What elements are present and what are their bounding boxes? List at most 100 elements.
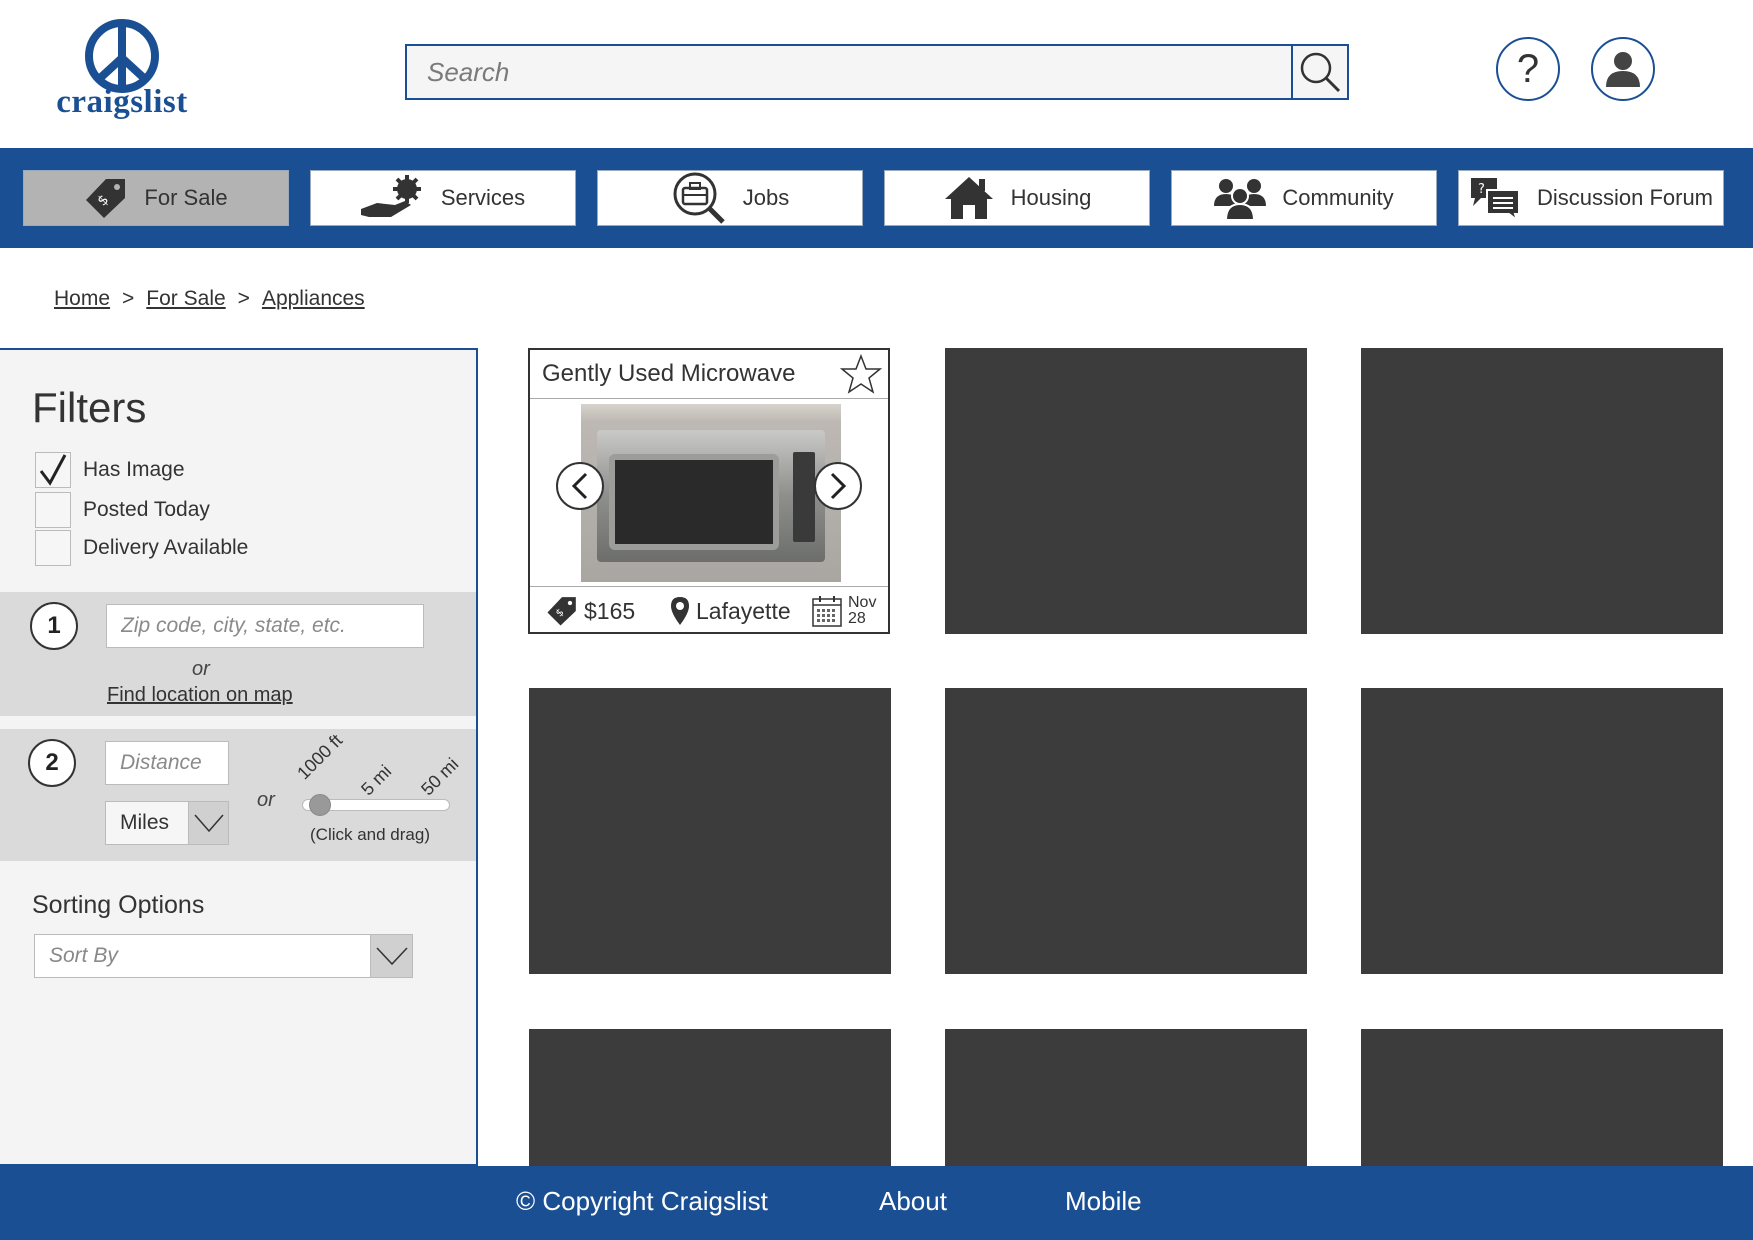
unit-select[interactable]: Miles <box>105 801 229 845</box>
footer: © Copyright Craigslist About Mobile <box>0 1166 1753 1240</box>
nav-label: For Sale <box>144 185 228 210</box>
listing-date: Nov 28 <box>812 595 876 627</box>
craigslist-logo[interactable]: craigslist <box>52 18 192 123</box>
checkbox-label: Posted Today <box>83 498 210 521</box>
slider-tick-label: 1000 ft <box>293 730 347 784</box>
chevron-down-icon <box>188 802 228 844</box>
listing-card-placeholder[interactable] <box>1361 348 1723 634</box>
delivery-available-checkbox[interactable] <box>35 530 71 566</box>
header: craigslist ? <box>0 0 1753 148</box>
breadcrumb-home[interactable]: Home <box>54 287 110 311</box>
sort-by-placeholder: Sort By <box>49 944 118 967</box>
distance-filter: 2 Miles or 1000 ft 5 mi 50 mi (Click and… <box>0 729 476 861</box>
nav-label: Community <box>1282 185 1394 210</box>
slider-tick-label: 50 mi <box>417 754 463 800</box>
listing-card-placeholder[interactable] <box>945 348 1307 634</box>
listing-price: $ $165 <box>546 595 635 627</box>
house-icon <box>943 175 995 221</box>
nav-community[interactable]: Community <box>1171 170 1437 226</box>
nav-discussion-forum[interactable]: ? Discussion Forum <box>1458 170 1724 226</box>
microwave-image <box>597 430 825 562</box>
listing-card-placeholder[interactable] <box>1361 688 1723 974</box>
chevron-left-icon <box>571 472 588 500</box>
listing-card[interactable]: Gently Used Microwave $ $165 Lafayette N… <box>528 348 890 634</box>
filter-delivery-available[interactable]: Delivery Available <box>35 530 248 566</box>
listing-meta: $ $165 Lafayette Nov 28 <box>530 588 888 634</box>
slider-hint: (Click and drag) <box>310 825 430 844</box>
chevron-right-icon <box>830 472 847 500</box>
nav-services[interactable]: Services <box>310 170 576 226</box>
calendar-icon <box>812 596 842 627</box>
nav-jobs[interactable]: Jobs <box>597 170 863 226</box>
breadcrumb-separator: > <box>237 287 250 310</box>
divider <box>530 398 888 399</box>
help-button[interactable]: ? <box>1496 37 1560 101</box>
user-icon <box>1606 52 1640 87</box>
price-text: $165 <box>584 597 636 624</box>
listing-card-placeholder[interactable] <box>529 1029 891 1166</box>
slider-tick-label: 5 mi <box>357 761 396 800</box>
next-image-button[interactable] <box>814 462 862 510</box>
price-tag-icon: $ <box>84 176 128 220</box>
favorite-button[interactable] <box>839 353 883 399</box>
chevron-down-icon <box>370 935 412 977</box>
previous-image-button[interactable] <box>556 462 604 510</box>
search-bar <box>405 44 1349 100</box>
star-icon <box>839 353 883 394</box>
slider-thumb[interactable] <box>309 794 331 816</box>
has-image-checkbox[interactable] <box>35 452 71 488</box>
filters-title: Filters <box>32 384 147 431</box>
posted-today-checkbox[interactable] <box>35 492 71 528</box>
nav-for-sale[interactable]: $ For Sale <box>23 170 289 226</box>
filter-has-image[interactable]: Has Image <box>35 452 185 488</box>
location-text: Lafayette <box>696 597 791 624</box>
distance-slider[interactable] <box>302 794 450 816</box>
filter-posted-today[interactable]: Posted Today <box>35 492 210 528</box>
listing-card-placeholder[interactable] <box>529 688 891 974</box>
or-text: or <box>257 789 275 811</box>
distance-input[interactable] <box>105 741 229 785</box>
sort-by-select[interactable]: Sort By <box>34 934 413 978</box>
location-filter: 1 or Find location on map <box>0 592 476 716</box>
breadcrumb-appliances[interactable]: Appliances <box>262 287 365 311</box>
briefcase-search-icon <box>671 172 727 224</box>
divider <box>530 586 888 587</box>
account-button[interactable] <box>1591 37 1655 101</box>
hand-gear-icon <box>360 175 425 221</box>
about-link[interactable]: About <box>879 1186 947 1217</box>
listing-card-placeholder[interactable] <box>1361 1029 1723 1166</box>
filters-sidebar: Filters Has Image Posted Today Delivery … <box>0 348 478 1166</box>
date-day: 28 <box>848 610 866 627</box>
unit-select-value: Miles <box>120 811 170 834</box>
nav-label: Housing <box>1010 185 1092 210</box>
mobile-link[interactable]: Mobile <box>1065 1186 1142 1217</box>
listing-location: Lafayette <box>670 596 791 626</box>
location-input[interactable] <box>106 604 424 648</box>
category-nav: $ For Sale Services Jobs Housing Communi… <box>0 148 1753 248</box>
question-mark-icon: ? <box>1516 46 1540 91</box>
map-pin-icon <box>671 597 689 625</box>
listing-card-placeholder[interactable] <box>945 1029 1307 1166</box>
breadcrumb: Home > For Sale > Appliances <box>54 287 365 311</box>
checkmark-icon <box>39 454 67 486</box>
search-input[interactable] <box>407 46 1291 98</box>
listing-title: Gently Used Microwave <box>542 360 796 387</box>
date-text: Nov 28 <box>848 595 876 627</box>
copyright-link[interactable]: © Copyright Craigslist <box>516 1186 768 1217</box>
listing-card-placeholder[interactable] <box>945 688 1307 974</box>
sorting-options-title: Sorting Options <box>32 891 205 919</box>
peace-sign-icon <box>85 19 159 93</box>
svg-text:?: ? <box>1478 182 1485 197</box>
price-tag-icon: $ <box>547 597 576 626</box>
people-icon <box>1214 176 1267 220</box>
date-month: Nov <box>848 594 877 611</box>
or-text: or <box>192 658 210 680</box>
search-button[interactable] <box>1291 46 1347 98</box>
find-location-on-map-link[interactable]: Find location on map <box>107 684 293 707</box>
nav-label: Services <box>440 185 526 210</box>
nav-housing[interactable]: Housing <box>884 170 1150 226</box>
chat-bubbles-icon: ? <box>1469 176 1521 220</box>
breadcrumb-separator: > <box>122 287 135 310</box>
breadcrumb-for-sale[interactable]: For Sale <box>146 287 225 311</box>
step-2-badge: 2 <box>28 739 76 787</box>
